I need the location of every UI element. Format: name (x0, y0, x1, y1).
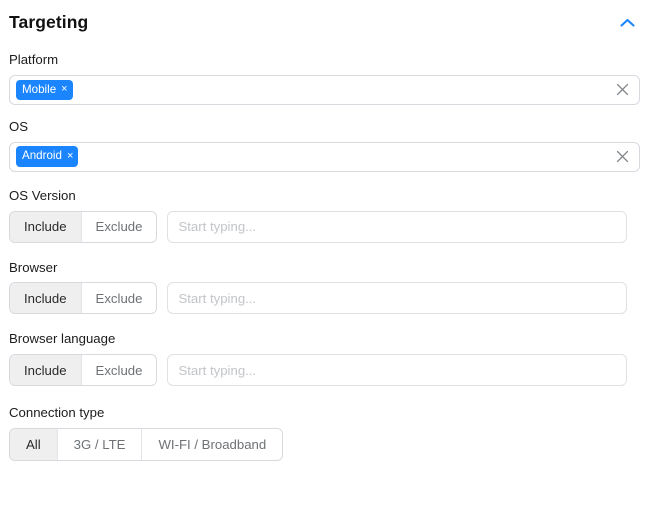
field-browser-language: Browser language Include Exclude (9, 331, 650, 387)
browser-language-exclude-button[interactable]: Exclude (81, 355, 157, 386)
chevron-up-icon (619, 18, 635, 28)
close-icon (616, 83, 629, 96)
browser-language-label: Browser language (9, 331, 116, 347)
close-icon (616, 150, 629, 163)
os-version-exclude-button[interactable]: Exclude (81, 211, 157, 242)
browser-language-include-button[interactable]: Include (10, 355, 82, 386)
connection-type-all-button[interactable]: All (10, 429, 58, 461)
os-version-label: OS Version (9, 187, 76, 203)
os-version-include-button[interactable]: Include (10, 211, 82, 242)
os-version-include-exclude-group: Include Exclude (9, 210, 158, 243)
browser-label: Browser (9, 259, 58, 275)
connection-type-row: All 3G / LTE WI-FI / Broadband (9, 428, 650, 462)
os-version-row: Include Exclude (9, 210, 650, 243)
browser-include-exclude-group: Include Exclude (9, 282, 158, 315)
chip-label: Android (22, 149, 62, 163)
targeting-panel: Targeting Platform Mobile × OS Android ×… (0, 0, 659, 517)
panel-header: Targeting (9, 0, 650, 40)
platform-multiselect[interactable]: Mobile × (9, 74, 640, 105)
chip-remove-icon[interactable]: × (67, 150, 73, 162)
platform-clear-button[interactable] (613, 81, 631, 99)
field-os: OS Android × (9, 119, 650, 172)
field-connection-type: Connection type All 3G / LTE WI-FI / Bro… (9, 405, 650, 462)
field-os-version: OS Version Include Exclude (9, 188, 650, 243)
collapse-toggle-button[interactable] (614, 10, 640, 36)
browser-row: Include Exclude (9, 282, 650, 315)
connection-type-label: Connection type (9, 405, 105, 421)
browser-language-row: Include Exclude (9, 354, 650, 387)
connection-type-wifi-broadband-button[interactable]: WI-FI / Broadband (142, 429, 283, 461)
chip-platform-mobile[interactable]: Mobile × (16, 79, 73, 101)
browser-exclude-button[interactable]: Exclude (81, 283, 157, 314)
os-clear-button[interactable] (613, 148, 631, 166)
connection-type-3g-lte-button[interactable]: 3G / LTE (57, 429, 143, 461)
browser-input[interactable] (167, 282, 628, 315)
connection-type-group: All 3G / LTE WI-FI / Broadband (9, 428, 284, 462)
browser-language-include-exclude-group: Include Exclude (9, 354, 158, 387)
platform-label: Platform (9, 52, 59, 67)
os-multiselect[interactable]: Android × (9, 141, 640, 172)
page-title: Targeting (9, 12, 89, 33)
chip-remove-icon[interactable]: × (61, 83, 67, 95)
os-version-input[interactable] (167, 210, 628, 243)
field-browser: Browser Include Exclude (9, 260, 650, 315)
browser-include-button[interactable]: Include (10, 283, 82, 314)
os-label: OS (9, 118, 29, 134)
browser-language-input[interactable] (167, 354, 628, 387)
field-platform: Platform Mobile × (9, 52, 650, 105)
chip-os-android[interactable]: Android × (16, 146, 79, 167)
chip-label: Mobile (22, 82, 57, 96)
